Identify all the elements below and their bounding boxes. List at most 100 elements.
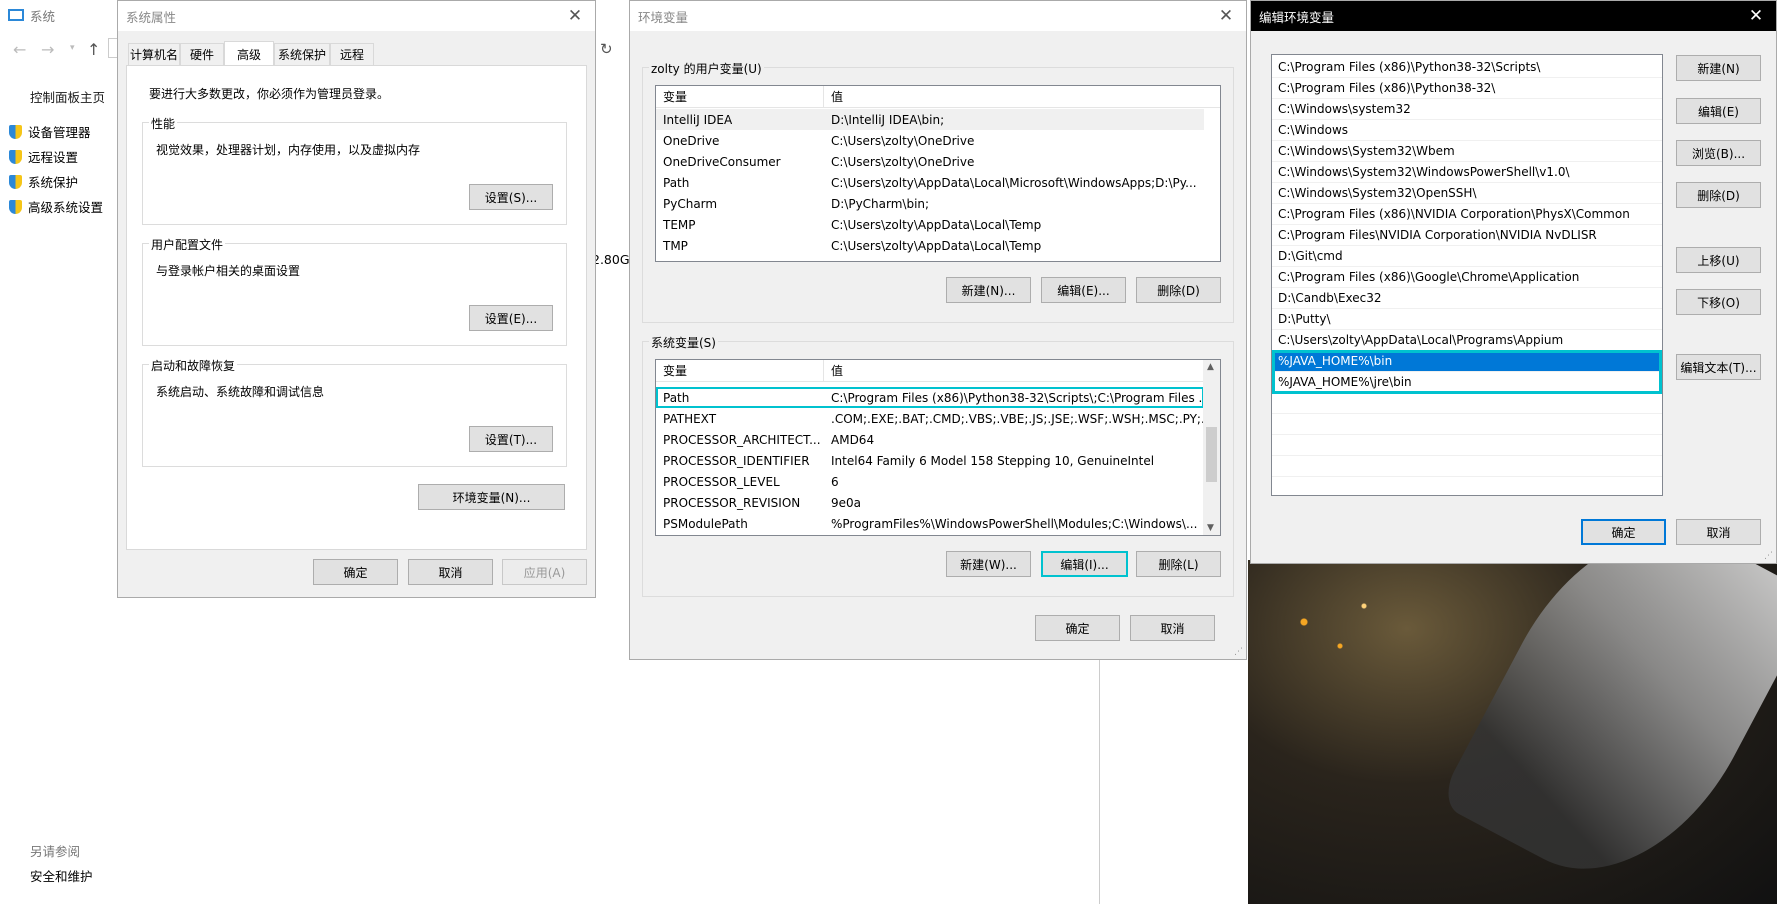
user-variables-list[interactable]: 变量 值 IntelliJ IDEA D:\IntelliJ IDEA\bin;… — [655, 85, 1221, 262]
user-variable-row[interactable]: OneDriveConsumer C:\Users\zolty\OneDrive — [656, 151, 1204, 172]
path-entry[interactable]: C:\Program Files (x86)\Python38-32\Scrip… — [1272, 57, 1662, 78]
editenv-cancel-button[interactable]: 取消 — [1676, 519, 1761, 545]
path-entry[interactable]: C:\Windows\System32\WindowsPowerShell\v1… — [1272, 162, 1662, 183]
system-variables-scrollbar[interactable]: ▲ ▼ — [1203, 360, 1220, 535]
editenv-close-button[interactable]: ✕ — [1736, 1, 1776, 31]
tab-hardware[interactable]: 硬件 — [180, 43, 224, 65]
column-header-value[interactable]: 值 — [824, 86, 1220, 107]
advanced-settings-link[interactable]: 高级系统设置 — [9, 197, 103, 216]
up-button[interactable]: ↑ — [87, 40, 100, 59]
remote-settings-link[interactable]: 远程设置 — [9, 147, 78, 166]
system-variable-row[interactable]: PSModulePath %ProgramFiles%\WindowsPower… — [656, 513, 1204, 534]
editenv-delete-button[interactable]: 删除(D) — [1676, 182, 1761, 208]
close-icon: ✕ — [567, 6, 583, 26]
user-new-button[interactable]: 新建(N)... — [946, 277, 1031, 303]
path-entry[interactable]: C:\Windows — [1272, 120, 1662, 141]
user-variable-row[interactable]: TMP C:\Users\zolty\AppData\Local\Temp — [656, 235, 1204, 256]
system-variable-row[interactable]: PROCESSOR_REVISION 9e0a — [656, 492, 1204, 513]
shield-icon — [9, 199, 22, 214]
editenv-title: 编辑环境变量 — [1259, 9, 1335, 25]
environment-variables-button[interactable]: 环境变量(N)... — [418, 484, 565, 510]
path-entry[interactable]: C:\Program Files\NVIDIA Corporation\NVID… — [1272, 225, 1662, 246]
sysprops-close-button[interactable]: ✕ — [555, 1, 595, 31]
path-entry[interactable]: C:\Windows\System32\Wbem — [1272, 141, 1662, 162]
empty-entry[interactable] — [1272, 414, 1662, 435]
editenv-edit-button[interactable]: 编辑(E) — [1676, 98, 1761, 124]
sysprops-ok-button[interactable]: 确定 — [313, 559, 398, 585]
variable-name: PROCESSOR_ARCHITECT... — [663, 432, 821, 447]
user-variable-row[interactable]: PyCharm D:\PyCharm\bin; — [656, 193, 1204, 214]
scrollbar-thumb[interactable] — [1206, 427, 1217, 482]
user-variable-row[interactable]: OneDrive C:\Users\zolty\OneDrive — [656, 130, 1204, 151]
empty-entry[interactable] — [1272, 456, 1662, 477]
user-delete-button[interactable]: 删除(D) — [1136, 277, 1221, 303]
system-variable-row[interactable]: PATHEXT .COM;.EXE;.BAT;.CMD;.VBS;.VBE;.J… — [656, 408, 1204, 429]
path-entry[interactable]: C:\Users\zolty\AppData\Local\Programs\Ap… — [1272, 330, 1662, 351]
envvars-close-button[interactable]: ✕ — [1206, 1, 1246, 31]
device-manager-link[interactable]: 设备管理器 — [9, 122, 91, 141]
startup-recovery-settings-button[interactable]: 设置(T)... — [469, 426, 553, 452]
system-variable-row[interactable]: PROCESSOR_ARCHITECT... AMD64 — [656, 429, 1204, 450]
column-header-variable[interactable]: 变量 — [656, 360, 824, 381]
performance-label: 性能 — [149, 115, 178, 132]
user-variable-row[interactable]: Path C:\Users\zolty\AppData\Local\Micros… — [656, 172, 1204, 193]
empty-entry[interactable] — [1272, 435, 1662, 456]
system-protection-link[interactable]: 系统保护 — [9, 172, 78, 191]
user-variable-row[interactable]: TEMP C:\Users\zolty\AppData\Local\Temp — [656, 214, 1204, 235]
column-header-value[interactable]: 值 — [824, 360, 1204, 381]
user-profile-settings-button[interactable]: 设置(E)... — [469, 305, 553, 331]
variable-name: Path — [663, 175, 690, 190]
scroll-down-icon[interactable]: ▼ — [1207, 523, 1214, 533]
sysprops-apply-button[interactable]: 应用(A) — [502, 559, 587, 585]
tab-system-protection[interactable]: 系统保护 — [274, 43, 330, 65]
envvars-cancel-button[interactable]: 取消 — [1130, 615, 1215, 641]
envvars-ok-button[interactable]: 确定 — [1035, 615, 1120, 641]
empty-entry[interactable] — [1272, 393, 1662, 414]
variable-value: C:\Users\zolty\AppData\Local\Temp — [831, 217, 1042, 232]
security-maintenance-link[interactable]: 安全和维护 — [30, 866, 93, 885]
path-entry[interactable]: D:\Git\cmd — [1272, 246, 1662, 267]
tab-computer-name[interactable]: 计算机名 — [128, 43, 180, 65]
path-entry[interactable]: C:\Program Files (x86)\NVIDIA Corporatio… — [1272, 204, 1662, 225]
path-entries-list[interactable]: C:\Program Files (x86)\Python38-32\Scrip… — [1271, 54, 1663, 496]
control-panel-home-link[interactable]: 控制面板主页 — [30, 87, 105, 106]
back-button[interactable]: ← — [13, 40, 26, 59]
refresh-icon[interactable]: ↻ — [600, 40, 613, 58]
path-entry[interactable]: C:\Program Files (x86)\Python38-32\ — [1272, 78, 1662, 99]
user-variable-row[interactable]: IntelliJ IDEA D:\IntelliJ IDEA\bin; — [656, 109, 1204, 130]
path-entry[interactable]: D:\Candb\Exec32 — [1272, 288, 1662, 309]
editenv-move-up-button[interactable]: 上移(U) — [1676, 247, 1761, 273]
variable-value: C:\Users\zolty\AppData\Local\Temp — [831, 238, 1042, 253]
editenv-browse-button[interactable]: 浏览(B)... — [1676, 140, 1761, 166]
recent-locations-chevron-icon[interactable]: ▾ — [70, 43, 75, 53]
resize-grip-icon[interactable]: ⋰ — [1764, 551, 1773, 561]
system-variables-list[interactable]: 变量 值 Path C:\Program Files (x86)\Python3… — [655, 359, 1221, 536]
path-entry[interactable]: D:\Putty\ — [1272, 309, 1662, 330]
system-variable-row[interactable]: PROCESSOR_IDENTIFIER Intel64 Family 6 Mo… — [656, 450, 1204, 471]
editenv-ok-button[interactable]: 确定 — [1581, 519, 1666, 545]
resize-grip-icon[interactable]: ⋰ — [1234, 647, 1243, 657]
envvars-title: 环境变量 — [638, 9, 689, 25]
sysprops-cancel-button[interactable]: 取消 — [408, 559, 493, 585]
system-new-button[interactable]: 新建(W)... — [946, 551, 1031, 577]
system-delete-button[interactable]: 删除(L) — [1136, 551, 1221, 577]
editenv-new-button[interactable]: 新建(N) — [1676, 55, 1761, 81]
variable-value: C:\Program Files (x86)\Python38-32\Scrip… — [831, 390, 1204, 405]
editenv-move-down-button[interactable]: 下移(O) — [1676, 289, 1761, 315]
system-edit-button[interactable]: 编辑(I)... — [1041, 551, 1128, 577]
system-variable-row[interactable]: PROCESSOR_LEVEL 6 — [656, 471, 1204, 492]
scroll-up-icon[interactable]: ▲ — [1207, 362, 1214, 372]
path-entry[interactable]: C:\Windows\System32\OpenSSH\ — [1272, 183, 1662, 204]
editenv-edit-text-button[interactable]: 编辑文本(T)... — [1676, 354, 1761, 380]
shield-icon — [9, 124, 22, 139]
forward-button[interactable]: → — [41, 40, 54, 59]
user-edit-button[interactable]: 编辑(E)... — [1041, 277, 1126, 303]
system-variable-row-path[interactable]: Path C:\Program Files (x86)\Python38-32\… — [656, 387, 1204, 408]
column-header-variable[interactable]: 变量 — [656, 86, 824, 107]
path-entry[interactable]: C:\Program Files (x86)\Google\Chrome\App… — [1272, 267, 1662, 288]
tab-advanced[interactable]: 高级 — [224, 41, 274, 66]
path-entry[interactable]: C:\Windows\system32 — [1272, 99, 1662, 120]
performance-settings-button[interactable]: 设置(S)... — [469, 184, 553, 210]
tab-remote[interactable]: 远程 — [330, 43, 374, 65]
user-profile-description: 与登录帐户相关的桌面设置 — [156, 264, 301, 278]
